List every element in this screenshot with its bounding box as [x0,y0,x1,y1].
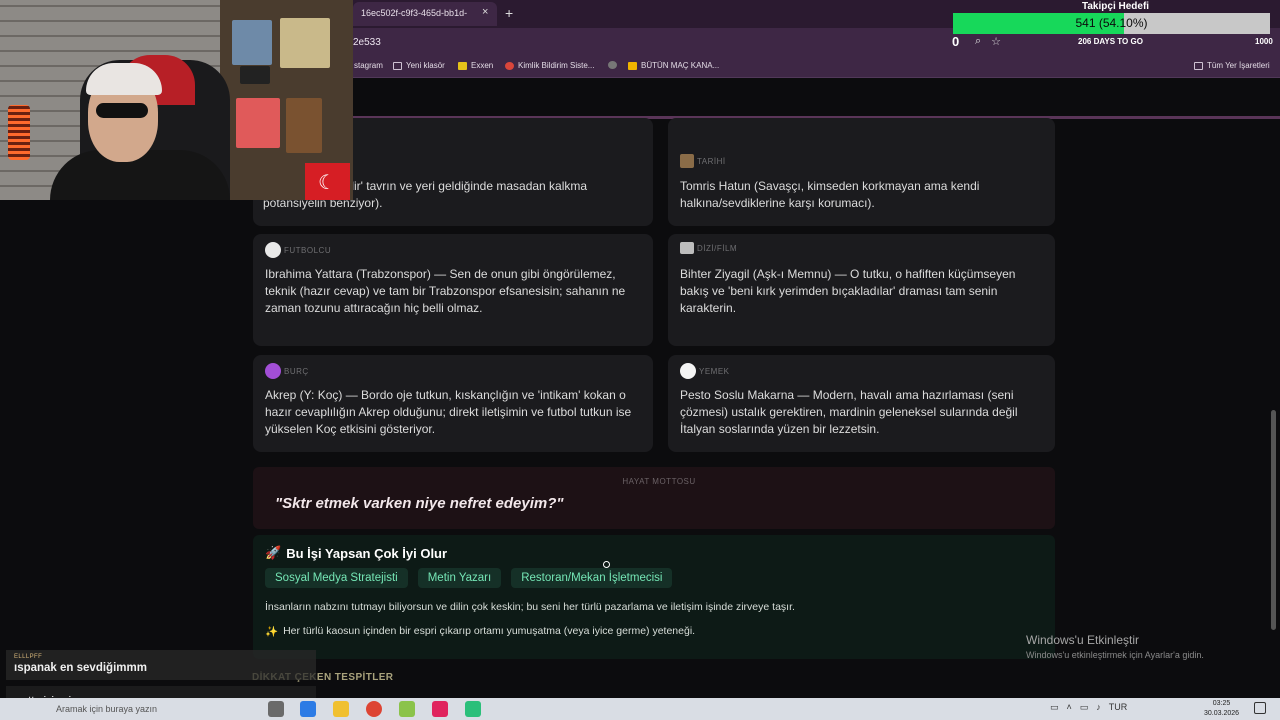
card-text: Pesto Soslu Makarna — Modern, havalı ama… [680,388,1018,436]
sunglasses [96,103,148,118]
overlay-target: 1000 [1255,37,1273,46]
card-text: Tomris Hatun (Savaşçı, kimseden korkmaya… [680,179,980,210]
goal-progress-bar: 541 (54.10%) [953,13,1270,34]
app-icon[interactable] [465,701,481,717]
shelf-item [236,98,280,148]
overlay-counter: 0 [952,34,960,49]
webcam-overlay: ☾ [0,0,353,200]
app-icon[interactable] [399,701,415,717]
star-icon[interactable]: ☆ [991,35,1001,48]
card-text: Ibrahima Yattara (Trabzonspor) — Sen de … [265,267,626,315]
chrome-icon[interactable] [366,701,382,717]
globe-icon [608,61,617,69]
shelf-item [240,66,270,84]
card-category: BURÇ [265,363,309,379]
shelf-item [286,98,322,153]
windows-activation-title: Windows'u Etkinleştir [1026,633,1139,647]
task-view-icon[interactable] [268,701,284,717]
file-explorer-icon[interactable] [333,701,349,717]
close-tab-icon[interactable]: × [482,6,488,18]
crystal-ball-icon [265,363,281,379]
taskbar: Aramak için buraya yazın ▭ ˄ ▭ ♪ TUR 03:… [0,698,1280,720]
jp-icon [628,61,637,70]
crescent-star-icon: ☾ [318,172,336,194]
monitor-icon[interactable]: ▭ [1050,702,1059,713]
motto-text: "Sktr etmek varken niye nefret edeyim?" [275,495,564,512]
career-tag: Restoran/Mekan İşletmecisi [511,568,673,588]
browser-tab[interactable]: 16ec502f-c9f3-465d-bb1d- [353,2,497,26]
life-motto-box: HAYAT MOTTOSU "Sktr etmek varken niye ne… [253,467,1055,529]
soccer-ball-icon [265,242,281,258]
bookmark-globe[interactable] [608,61,617,69]
windows-activation-subtitle[interactable]: Windows'u etkinleştirmek için Ayarlar'a … [1026,650,1204,660]
career-tag: Metin Yazarı [417,568,502,588]
chat-text: ıspanak en sevdiğimmm [14,662,147,674]
headphones [86,63,162,95]
volume-icon[interactable]: ♪ [1096,702,1101,713]
notification-icon[interactable] [1254,702,1266,714]
goal-text: 541 (54.10%) [1075,16,1148,30]
card-text: Akrep (Y: Koç) — Bordo oje tutkun, kıska… [265,388,632,436]
taskbar-search[interactable]: Aramak için buraya yazın [48,700,248,718]
tab-title: 16ec502f-c9f3-465d-bb1d- [361,8,468,18]
sparkles-icon: ✨ [265,626,279,638]
card-footballer: FUTBOLCU Ibrahima Yattara (Trabzonspor) … [253,234,653,346]
days-to-go: 206 DAYS TO GO [1078,37,1143,46]
goal-title: Takipçi Hedefi [1082,1,1150,12]
card-series-film: DİZİ/FİLM Bihter Ziyagil (Aşk-ı Memnu) —… [668,234,1055,346]
card-historical: TARİHİ Tomris Hatun (Savaşçı, kimseden k… [668,118,1055,226]
card-text: Bihter Ziyagil (Aşk-ı Memnu) — O tutku, … [680,267,1016,315]
bookmark-mac[interactable]: BÜTÜN MAÇ KANA... [628,61,719,70]
chat-message: ELLLPFF ıspanak en sevdiğimmm [6,650,316,680]
motto-label: HAYAT MOTTOSU [622,477,696,486]
plate-icon [680,363,696,379]
network-icon[interactable]: ▭ [1080,702,1089,713]
card-zodiac: BURÇ Akrep (Y: Koç) — Bordo oje tutkun, … [253,355,653,452]
toolbar-icons: ⌕ ☆ [975,35,1001,48]
card-category: DİZİ/FİLM [680,242,737,254]
card-category: TARİHİ [680,154,726,168]
all-bookmarks[interactable]: Tüm Yer İşaretleri [1194,61,1270,70]
scroll-icon [680,154,694,168]
shelf-item [232,20,272,65]
edge-icon[interactable] [300,701,316,717]
exxen-icon [458,61,467,70]
lamp [8,105,30,160]
card-category: YEMEK [680,363,730,379]
career-extra: ✨ Her türlü kaosun içinden bir espri çıka… [265,625,696,638]
folder-icon [393,61,402,70]
kimlik-icon [505,61,514,70]
language-indicator[interactable]: TUR [1109,702,1128,713]
bookmark-kimlik[interactable]: Kimlik Bildirim Siste... [505,61,594,70]
mouse-cursor [603,561,610,568]
folder-icon [1194,61,1203,70]
system-tray: ▭ ˄ ▭ ♪ TUR [1050,702,1127,713]
bookmark-folder[interactable]: Yeni klasör [393,61,445,70]
career-title: 🚀 Bu İşi Yapsan Çok İyi Olur [265,545,448,561]
career-suggestion-box: 🚀 Bu İşi Yapsan Çok İyi Olur Sosyal Medya… [253,535,1055,659]
scrollbar-thumb[interactable] [1271,410,1276,630]
app-icon[interactable] [432,701,448,717]
chevron-up-icon[interactable]: ˄ [1067,702,1072,713]
clock[interactable]: 03:25 30.03.2026 [1204,699,1239,719]
bookmark-exxen[interactable]: Exxen [458,61,493,70]
card-category: FUTBOLCU [265,242,331,258]
rocket-icon: 🚀 [265,545,282,560]
new-tab-icon[interactable]: + [505,5,513,21]
career-tags: Sosyal Medya Stratejisti Metin Yazarı Re… [265,568,673,588]
url-field[interactable]: 2e533 [353,37,381,48]
shelf-item [280,18,330,68]
bookmark-instagram[interactable]: stagram [354,61,383,70]
career-description: İnsanların nabzını tutmayı biliyorsun ve… [265,601,795,613]
career-tag: Sosyal Medya Stratejisti [265,568,408,588]
zoom-icon[interactable]: ⌕ [975,35,981,48]
clapperboard-icon [680,242,694,254]
card-food: YEMEK Pesto Soslu Makarna — Modern, hava… [668,355,1055,452]
chat-username: ELLLPFF [14,654,43,660]
